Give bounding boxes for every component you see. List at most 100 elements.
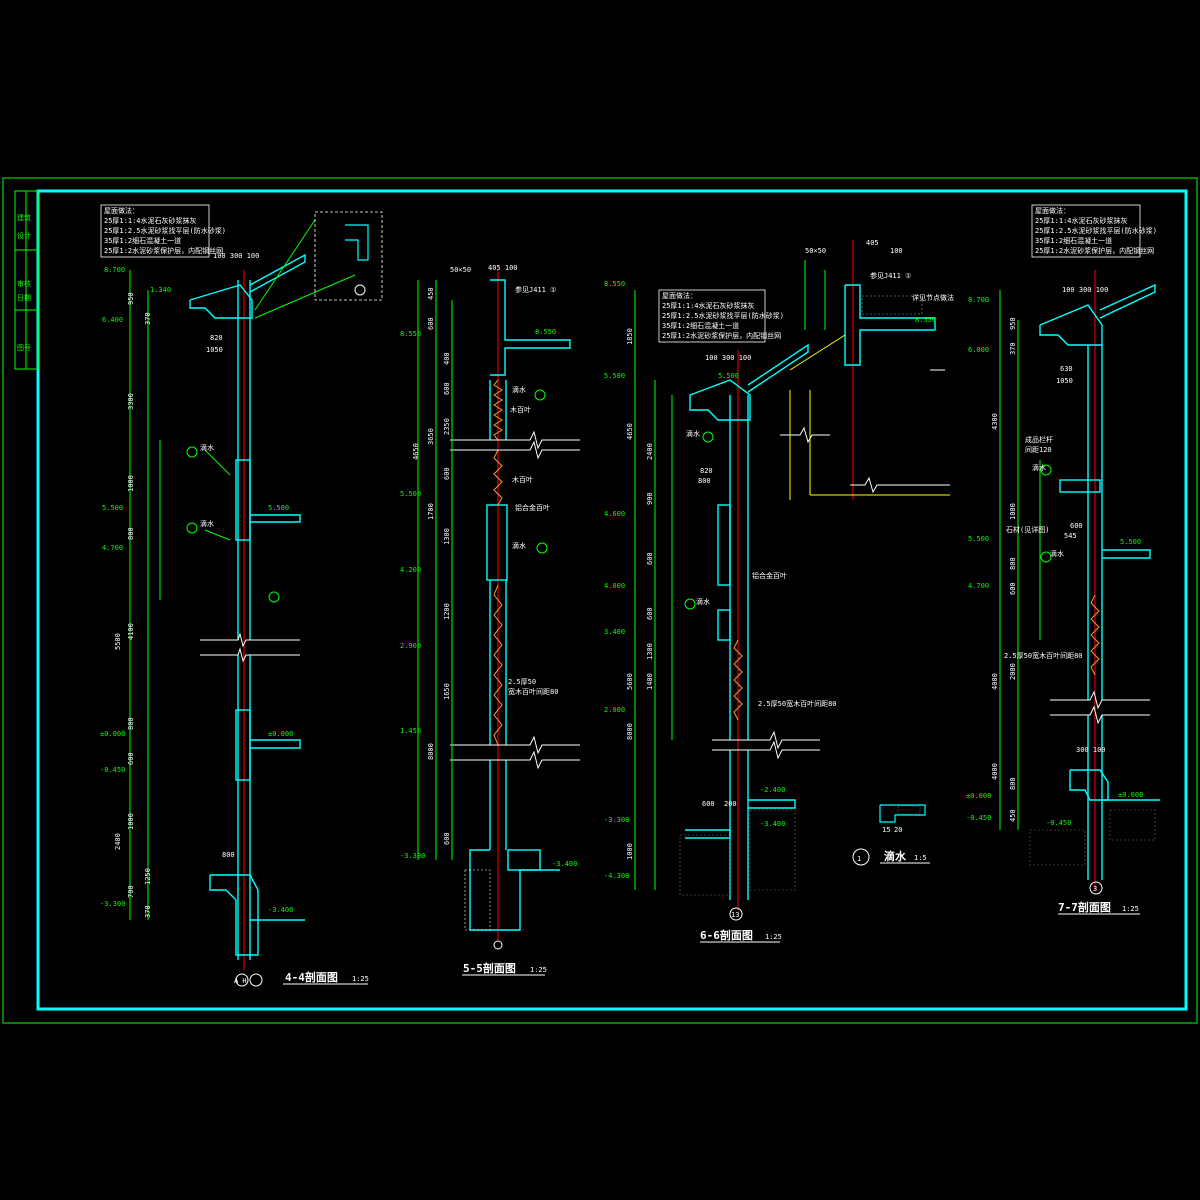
elev-77-3: 5.500 (968, 535, 989, 543)
elev-66-6: 2.000 (604, 706, 625, 714)
note-55-batten-b: 宽木百叶间距80 (508, 687, 558, 696)
elev-77-1: 8.700 (968, 296, 989, 304)
elev-44-8: -3.300 (100, 900, 125, 908)
vdim-55-11: 1200 (443, 603, 451, 620)
vdim-77-9: 800 (1009, 777, 1017, 790)
detail-dim-1: 50×50 (805, 247, 826, 255)
section-6-6-scale: 1:25 (765, 933, 782, 941)
tag-77-2: ±0.000 (1118, 791, 1143, 799)
vdim-55-8: 600 (443, 467, 451, 480)
elev-77-2: 6.000 (968, 346, 989, 354)
note-77-batten: 2.5厚50宽木百叶间距80 (1004, 651, 1083, 660)
elev-44-7: -0.450 (100, 766, 125, 774)
section-5-5-text: 5-5剖面图 1:25 8.550 5.500 4.200 2.900 1.45… (400, 264, 577, 975)
side-label-2: 设计 (17, 231, 31, 240)
vdim-55-13: 8000 (427, 743, 435, 760)
vdim-66-5: 600 (646, 552, 654, 565)
vdim-44-12: 1250 (144, 868, 152, 885)
detail-dim-2: 405 (866, 239, 879, 247)
vdim-77-11: 450 (1009, 809, 1017, 822)
detail-scale: 1:5 (914, 854, 927, 862)
tag-77-1: 5.500 (1120, 538, 1141, 546)
tag-55-1: 8.550 (535, 328, 556, 336)
dim-77-mid-2: 545 (1064, 532, 1077, 540)
note-77-drip-2: 滴水 (1050, 549, 1064, 558)
section-4-4-axis: A H (234, 977, 247, 985)
dim-77-eave-2: 1050 (1056, 377, 1073, 385)
note-44-drip-2: 滴水 (200, 519, 214, 528)
elev-44-2: 1.340 (150, 286, 171, 294)
tag-66-1: 5.500 (718, 372, 739, 380)
vdim-44-8: 800 (127, 717, 135, 730)
note-55-alu: 铝合金百叶 (515, 503, 550, 512)
section-6-6-text: 6-6剖面图 1:25 13 8.550 5.500 4.600 4.000 3… (604, 280, 837, 942)
section-7-7-text: 7-7剖面图 1:25 3 8.700 6.000 5.500 4.700 ±0… (966, 206, 1157, 914)
vdim-66-1: 1850 (626, 328, 634, 345)
vdim-55-6: 3650 (427, 428, 435, 445)
vdim-66-10: 8000 (626, 723, 634, 740)
section-6-6-title: 6-6剖面图 (700, 928, 753, 942)
tag-55-2: -3.400 (552, 860, 577, 868)
vdim-66-9: 5600 (626, 673, 634, 690)
elev-55-4: 2.900 (400, 642, 421, 650)
dim-77-eave-1: 630 (1060, 365, 1073, 373)
vdim-66-2: 4650 (626, 423, 634, 440)
spec-77-3: 35厚1:2细石混凝土一道 (1035, 236, 1112, 245)
vdim-44-6: 4100 (127, 623, 135, 640)
vdim-44-1: 950 (127, 292, 135, 305)
vdim-66-6: 600 (646, 607, 654, 620)
elev-66-3: 4.600 (604, 510, 625, 518)
drip-detail-text: 1 滴水 1:5 15 20 (857, 826, 927, 863)
vdim-77-8: 4000 (991, 673, 999, 690)
section-7-7-scale: 1:25 (1122, 905, 1139, 913)
spec-66-4: 25厚1:2水泥砂浆保护层，内配钢丝网 (662, 331, 781, 340)
note-66-batten: 2.5厚50宽木百叶间距80 (758, 699, 837, 708)
spec-66-0: 屋面做法： (662, 291, 697, 300)
side-label-3: 审核 (17, 279, 31, 288)
section-7-7 (999, 270, 1160, 915)
vdim-44-7: 5500 (114, 633, 122, 650)
elev-55-2: 5.500 (400, 490, 421, 498)
note-55-batten-a: 2.5厚50 (508, 678, 536, 686)
note-77-rail: 成品栏杆 (1025, 435, 1053, 444)
dim-77-bottom: 300 100 (1076, 746, 1106, 754)
note-66-drip-1: 滴水 (686, 429, 700, 438)
detail-drip-dim-2: 20 (894, 826, 902, 834)
note-detail-ref: 参见J411 ① (870, 271, 911, 280)
vdim-55-5: 2350 (443, 418, 451, 435)
vdim-77-4: 1000 (1009, 503, 1017, 520)
elev-55-6: -3.300 (400, 852, 425, 860)
section-4-4-scale: 1:25 (352, 975, 369, 983)
spec-66-1: 25厚1:1:4水泥石灰砂浆抹灰 (662, 301, 755, 310)
tag-44-3: -3.400 (268, 906, 293, 914)
vdim-44-4: 1000 (127, 475, 135, 492)
vdim-66-7: 1300 (646, 643, 654, 660)
vdim-44-2: 370 (144, 312, 152, 325)
cad-drawing-sheet: 建筑 设计 审核 日期 图号 4-4剖面图 1:25 A H 8.700 1.3… (2, 177, 1198, 1024)
spec-frames (100, 204, 1141, 343)
detail-title: 滴水 (884, 849, 907, 863)
dim-44-eave-2: 1050 (206, 346, 223, 354)
detail-dim-3: 100 (890, 247, 903, 255)
vdim-66-3: 2400 (646, 443, 654, 460)
elev-77-6: -0.450 (966, 814, 991, 822)
tag-66-2: -2.400 (760, 786, 785, 794)
elev-44-6: ±0.000 (100, 730, 125, 738)
parapet-detail (780, 240, 950, 500)
note-44-drip-1: 滴水 (200, 443, 214, 452)
elev-55-1: 8.550 (400, 330, 421, 338)
vdim-77-7: 2000 (1009, 663, 1017, 680)
elev-44-1: 8.700 (104, 266, 125, 274)
dim-66-bottom-1: 600 (702, 800, 715, 808)
vdim-44-11: 2400 (114, 833, 122, 850)
dim-44-bottom: 800 (222, 851, 235, 859)
detail-drip-dim-1: 15 (882, 826, 890, 834)
tag-44-1: 5.500 (268, 504, 289, 512)
vdim-44-13: 700 (127, 885, 135, 898)
tag-detail: 8.550 (915, 316, 936, 324)
section-6-6 (634, 290, 820, 943)
vdim-44-9: 600 (127, 752, 135, 765)
spec-77-2: 25厚1:2.5水泥砂浆找平层(防水砂浆) (1035, 226, 1157, 235)
tag-77-3: -0.450 (1046, 819, 1071, 827)
elev-66-7: -3.300 (604, 816, 629, 824)
